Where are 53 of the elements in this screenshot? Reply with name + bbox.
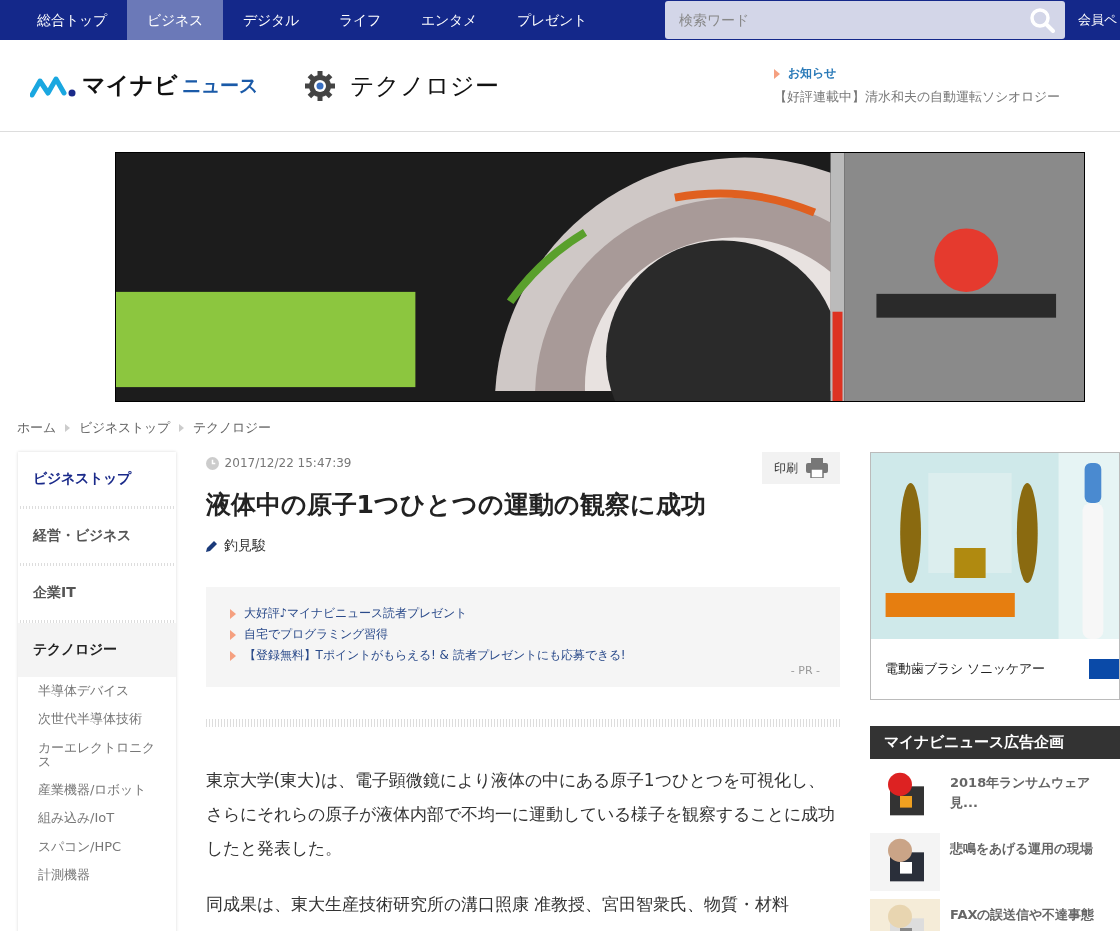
promo-link[interactable]: 2018年ランサムウェア見... (950, 767, 1110, 812)
breadcrumb-link[interactable]: ビジネストップ (79, 419, 170, 437)
search-field[interactable]: 検索ワード (665, 1, 1065, 39)
nav-tab[interactable]: プレゼント (497, 0, 607, 40)
section-heading: マイナビニュース広告企画 (870, 726, 1120, 759)
body-paragraph: 同成果は、東大生産技術研究所の溝口照康 准教授、宮田智衆氏、物質・材料 (205, 893, 790, 916)
clock-icon (205, 456, 219, 470)
nav-tab[interactable]: 総合トップ (0, 0, 127, 40)
logo-subtext[interactable]: ニュース (182, 72, 258, 99)
sidebar-item[interactable]: ビジネストップ (18, 452, 176, 506)
pr-link[interactable]: 自宅でプログラミング習得 (243, 626, 388, 643)
breadcrumb-link[interactable]: テクノロジー (193, 419, 271, 437)
triangle-icon (229, 629, 236, 640)
sidebar-subitem[interactable]: カーエレクトロニクス (18, 733, 176, 777)
triangle-icon (229, 608, 236, 619)
article-title: 液体中の原子1つひとつの運動の観察に成功 (205, 489, 707, 521)
print-button[interactable]: 印刷 (762, 452, 840, 484)
notice-link[interactable]: お知らせ (788, 65, 836, 82)
sidebar-subitem[interactable]: 組み込み/IoT (18, 804, 176, 833)
breadcrumb-link[interactable]: ホーム (17, 419, 56, 437)
ad-caption[interactable]: 電動歯ブラシ ソニッケアー (885, 660, 1046, 678)
promo-link[interactable]: FAXの誤送信や不達事態 (950, 899, 1110, 925)
sidebar-item[interactable]: 経営・ビジネス (18, 509, 176, 563)
body-paragraph: 東京大学(東大)は、電子顕微鏡により液体の中にある原子1つひとつを可視化し、さらにそれらの原子が液体内部で不均一に運動している様子を観察することに成功したと発表した。 (205, 769, 836, 860)
section-title: テクノロジー (350, 70, 499, 102)
pr-link[interactable]: 【登録無料】Tポイントがもらえる! & 読者プレゼントにも応募できる! (243, 647, 626, 664)
nav-tab[interactable]: ライフ (319, 0, 401, 40)
chevron-icon (65, 424, 70, 432)
pr-link[interactable]: 大好評♪マイナビニュース読者プレゼント (243, 605, 468, 622)
author-link[interactable]: 釣見駿 (223, 537, 266, 555)
article-date: 2017/12/22 15:47:39 (224, 456, 352, 470)
triangle-icon (774, 68, 780, 79)
printer-icon (806, 458, 828, 478)
sidebar-subitem[interactable]: 次世代半導体技術 (18, 705, 176, 734)
pr-label: - PR - (790, 664, 820, 677)
sidebar-subitem[interactable]: 半導体デバイス (18, 677, 176, 706)
triangle-icon (229, 650, 236, 661)
notice-headline[interactable]: 【好評連載中】清水和夫の自動運転ソシオロジー (774, 88, 1060, 106)
sidebar-subitem[interactable]: スパコン/HPC (18, 832, 176, 862)
sidebar-item[interactable]: テクノロジー (18, 623, 176, 677)
promo-link[interactable]: 悲鳴をあげる運用の現場 (950, 833, 1110, 859)
nav-tab[interactable]: エンタメ (401, 0, 497, 40)
nav-tab[interactable]: ビジネス (127, 0, 223, 40)
nav-tab[interactable]: デジタル (223, 0, 319, 40)
sidebar-subitem[interactable]: 計測機器 (18, 861, 176, 890)
sidebar-item[interactable]: 企業IT (18, 566, 176, 620)
logo-text[interactable]: マイナビ (82, 70, 178, 101)
gear-icon (304, 69, 336, 102)
sidebar-subitem[interactable]: 産業機器/ロボット (18, 776, 176, 805)
ad-card[interactable]: 電動歯ブラシ ソニッケアー (870, 452, 1120, 700)
chevron-icon (179, 424, 184, 432)
pencil-icon (205, 540, 218, 552)
member-link[interactable]: 会員ペ (1078, 11, 1117, 29)
